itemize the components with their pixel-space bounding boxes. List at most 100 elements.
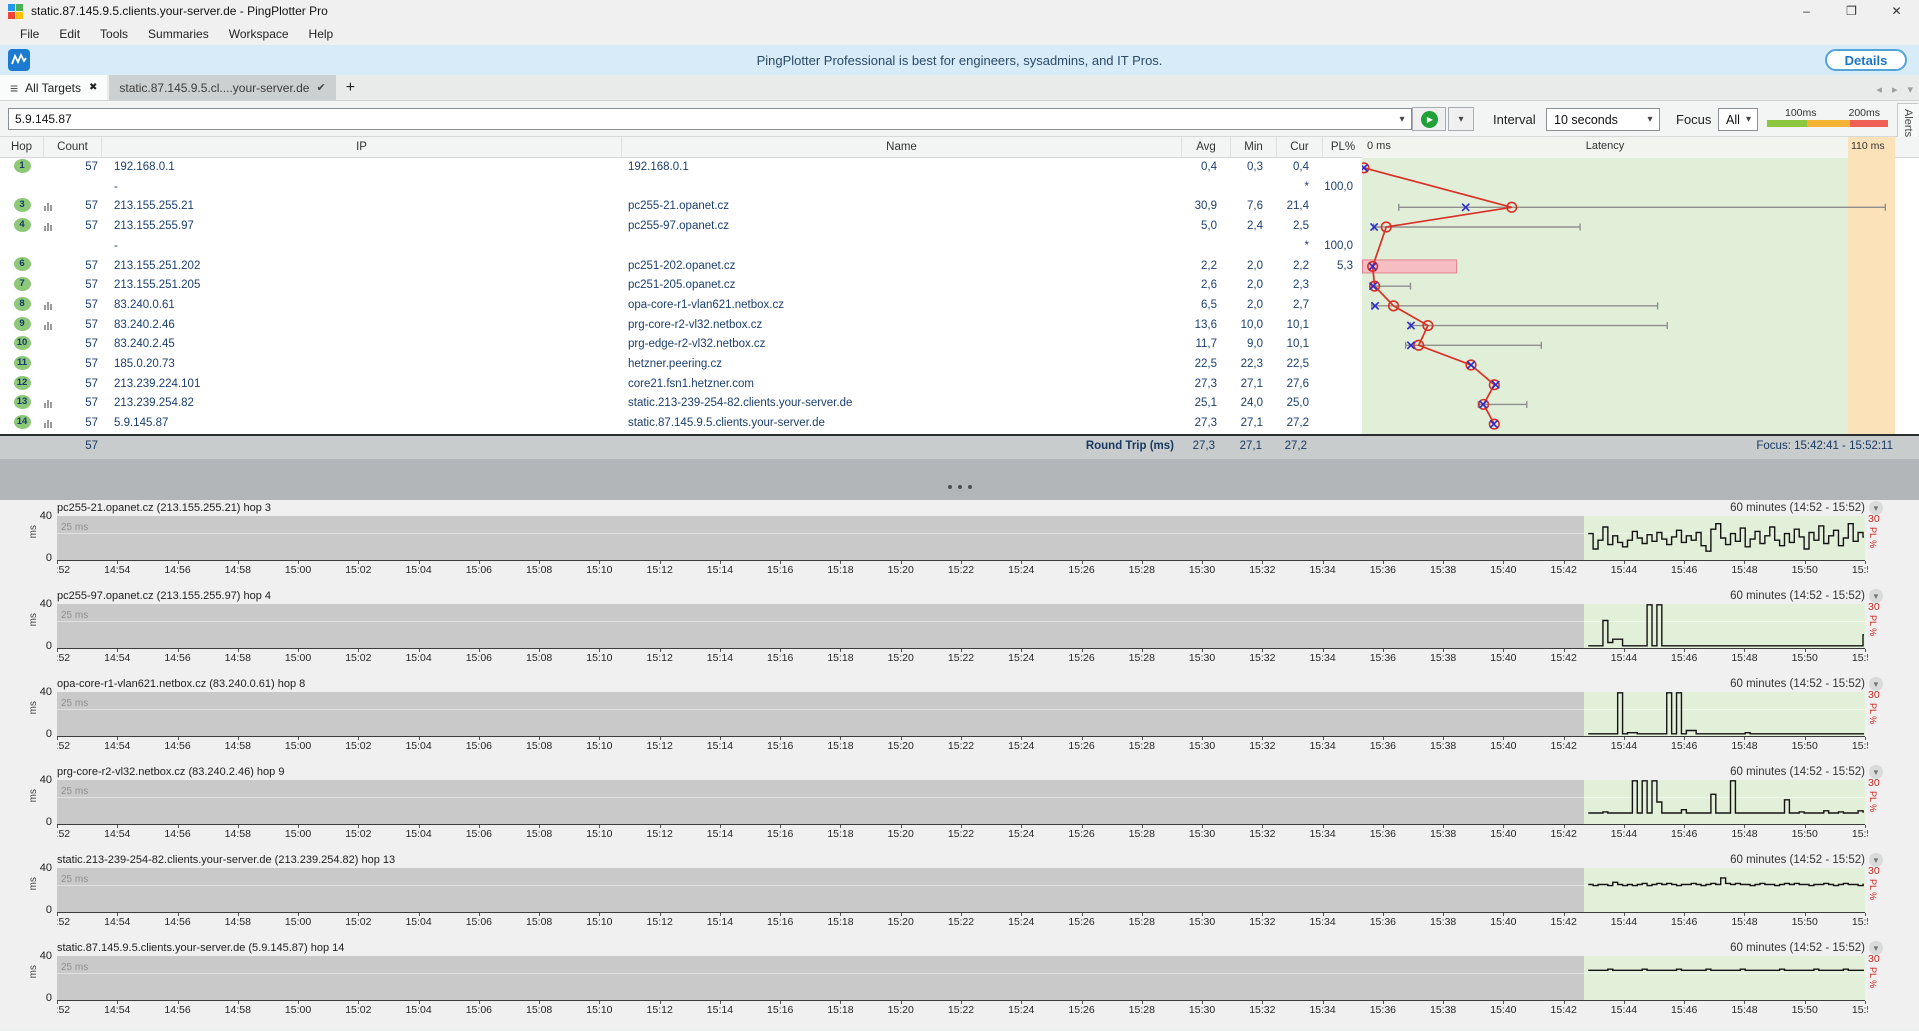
new-tab-button[interactable]: + (336, 79, 365, 100)
time-tick-label: 15:34 (1309, 828, 1335, 840)
splitter-grip-icon[interactable] (948, 485, 972, 489)
minimize-button[interactable]: – (1784, 0, 1829, 22)
cell-min: 9,0 (1231, 335, 1277, 355)
timeline-plot[interactable]: 25 ms (57, 604, 1865, 649)
cell-avg: 27,3 (1182, 375, 1231, 395)
maximize-button[interactable]: ❐ (1829, 0, 1874, 22)
menu-item-edit[interactable]: Edit (49, 24, 90, 44)
cell-ip: 213.155.255.21 (102, 197, 622, 219)
details-button[interactable]: Details (1825, 49, 1907, 71)
time-tick-label: 15:28 (1129, 828, 1155, 840)
focus-label: Focus (1676, 112, 1711, 127)
time-tick-label: 15:46 (1671, 828, 1697, 840)
menu-item-summaries[interactable]: Summaries (138, 24, 219, 44)
time-tick-label: 15:44 (1611, 828, 1637, 840)
hop-timeline-graph-icon[interactable] (44, 301, 52, 310)
cell-count: 57 (64, 375, 102, 395)
cell-pl: 100,0 (1323, 237, 1363, 257)
splitter-handle[interactable] (0, 459, 1919, 500)
time-tick-label: 15:52 (1852, 740, 1868, 752)
latency-title: Latency (1362, 140, 1848, 152)
time-tick-label: 15:48 (1731, 828, 1757, 840)
tab-scroll-right-icon[interactable]: ▸ (1892, 83, 1898, 96)
cell-count: 57 (64, 414, 102, 436)
col-header-ip[interactable]: IP (102, 137, 622, 157)
close-button[interactable]: ✕ (1874, 0, 1919, 22)
col-header-cur[interactable]: Cur (1277, 137, 1323, 157)
cell-avg: 30,9 (1182, 197, 1231, 219)
timeline-plot[interactable]: 25 ms (57, 692, 1865, 737)
time-tick-label: 15:12 (647, 740, 673, 752)
hop-badge: 1 (14, 159, 31, 173)
interval-label: Interval (1493, 112, 1536, 127)
start-options-dropdown[interactable]: ▾ (1448, 107, 1474, 131)
timeline-plot[interactable]: 25 ms (57, 516, 1865, 561)
tab-list-dropdown-icon[interactable]: ▾ (1907, 83, 1913, 96)
interval-select[interactable]: 10 seconds ▾ (1546, 108, 1660, 131)
timeline-range-selector[interactable]: 60 minutes (14:52 - 15:52)▼ (1730, 765, 1883, 779)
cell-cur: 2,7 (1277, 296, 1323, 318)
cell-pl: 100,0 (1323, 178, 1363, 198)
hop-timeline-graph-icon[interactable] (44, 399, 52, 408)
time-tick-label: 15:10 (586, 828, 612, 840)
time-tick-label: 14:56 (164, 564, 190, 576)
cell-min: 2,0 (1231, 296, 1277, 318)
timeline-plot[interactable]: 25 ms (57, 780, 1865, 825)
time-tick-label: 15:18 (827, 564, 853, 576)
hop-timeline-graph-icon[interactable] (44, 419, 52, 428)
target-input[interactable] (9, 112, 1393, 126)
time-tick-label: 15:00 (285, 916, 311, 928)
timeline-plot[interactable]: 25 ms (57, 956, 1865, 1001)
summary-row: 57 Round Trip (ms) 27,3 27,1 27,2 Focus:… (0, 434, 1919, 459)
time-tick-label: 15:46 (1671, 1004, 1697, 1016)
menu-item-tools[interactable]: Tools (90, 24, 138, 44)
cell-ip: 5.9.145.87 (102, 414, 622, 436)
timeline-plot[interactable]: 25 ms (57, 868, 1865, 913)
timeline-range-selector[interactable]: 60 minutes (14:52 - 15:52)▼ (1730, 589, 1883, 603)
time-tick-label: 14:56 (164, 916, 190, 928)
col-header-pl[interactable]: PL% (1323, 137, 1363, 157)
time-tick-label: 15:38 (1430, 652, 1456, 664)
col-header-hop[interactable]: Hop (0, 137, 44, 157)
time-tick-label: 15:20 (888, 564, 914, 576)
time-tick-label: 15:44 (1611, 740, 1637, 752)
timeline-range-selector[interactable]: 60 minutes (14:52 - 15:52)▼ (1730, 853, 1883, 867)
legend-100ms-label: 100ms (1785, 107, 1817, 119)
window-controls: – ❐ ✕ (1784, 0, 1919, 22)
menu-item-file[interactable]: File (10, 24, 49, 44)
time-tick-label: 15:16 (767, 828, 793, 840)
close-tab-icon[interactable]: ✖ (89, 82, 97, 93)
cell-pl (1323, 355, 1363, 375)
hop-timeline-graph-icon[interactable] (44, 222, 52, 231)
focus-select[interactable]: All ▾ (1718, 108, 1758, 131)
tab-all-targets[interactable]: ≡ All Targets ✖ (0, 75, 107, 100)
col-header-count[interactable]: Count (44, 137, 102, 157)
time-tick-label: 15:38 (1430, 564, 1456, 576)
time-tick-label: 15:32 (1249, 740, 1275, 752)
hamburger-icon[interactable]: ≡ (10, 80, 18, 96)
timeline-range-selector[interactable]: 60 minutes (14:52 - 15:52)▼ (1730, 941, 1883, 955)
pl-axis-label: PL % (1868, 527, 1878, 548)
hop-timeline-graph-icon[interactable] (44, 202, 52, 211)
cell-avg: 5,0 (1182, 217, 1231, 239)
menu-item-workspace[interactable]: Workspace (219, 24, 299, 44)
hop-badge: 14 (14, 415, 31, 429)
hop-badge: 4 (14, 218, 31, 232)
cell-min: 24,0 (1231, 394, 1277, 416)
time-tick-label: 15:04 (405, 564, 431, 576)
chevron-down-icon[interactable]: ▾ (1393, 114, 1411, 125)
latency-graph[interactable] (1362, 158, 1895, 434)
time-tick-label: 15:02 (345, 1004, 371, 1016)
timeline-range-selector[interactable]: 60 minutes (14:52 - 15:52)▼ (1730, 677, 1883, 691)
menu-item-help[interactable]: Help (299, 24, 344, 44)
tab-scroll-left-icon[interactable]: ◂ (1876, 83, 1882, 96)
hop-timeline-graph-icon[interactable] (44, 321, 52, 330)
tab-target[interactable]: static.87.145.9.5.cl....your-server.de ✔ (109, 75, 335, 100)
cell-count: 57 (64, 296, 102, 318)
start-trace-button[interactable]: ▶ (1412, 107, 1446, 131)
timeline-range-selector[interactable]: 60 minutes (14:52 - 15:52)▼ (1730, 501, 1883, 515)
cell-count: 57 (64, 355, 102, 375)
col-header-min[interactable]: Min (1231, 137, 1277, 157)
col-header-name[interactable]: Name (622, 137, 1182, 157)
col-header-avg[interactable]: Avg (1182, 137, 1231, 157)
